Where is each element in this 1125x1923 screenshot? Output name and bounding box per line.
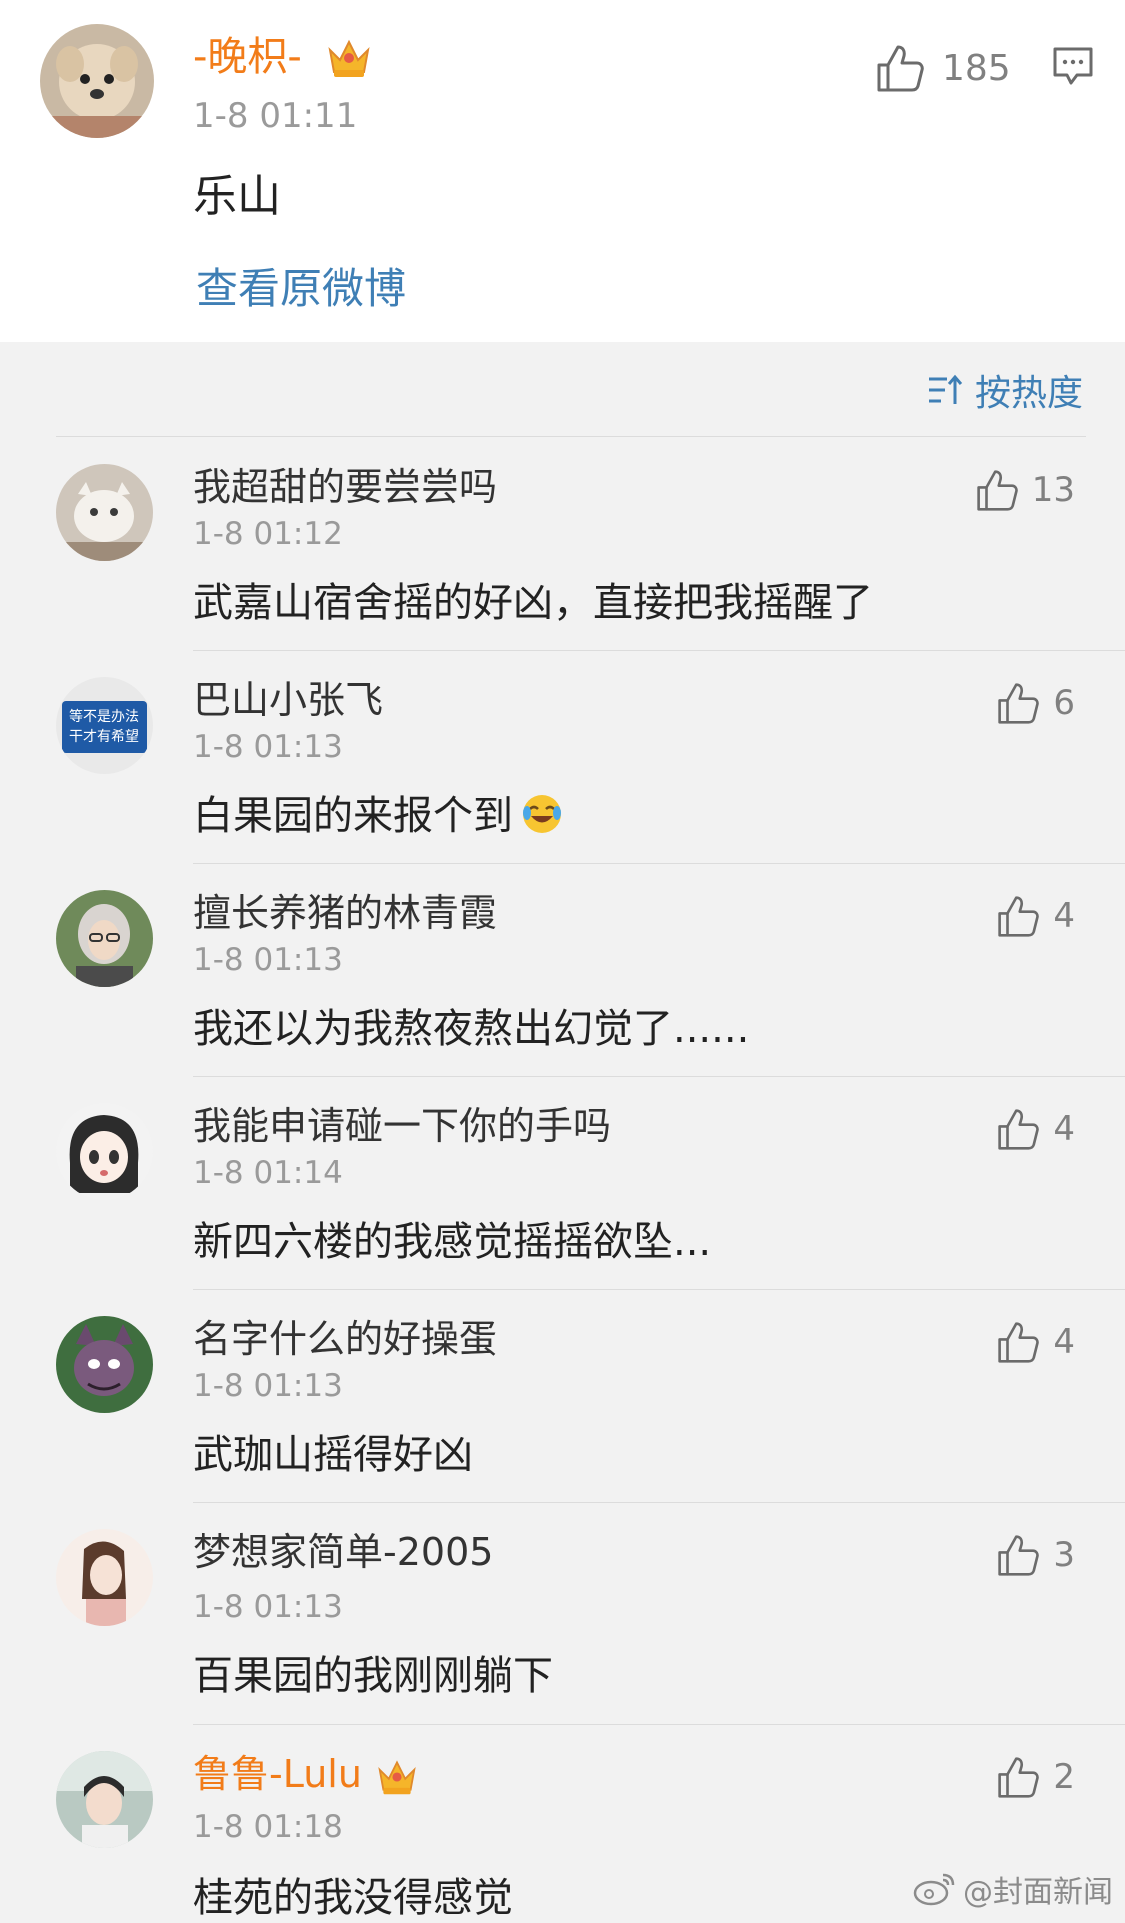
- comment-text: 百果园的我刚刚躺下: [193, 1653, 553, 1699]
- commenter-name[interactable]: 擅长养猪的林青霞: [193, 888, 497, 938]
- thumbs-up-icon: [998, 1109, 1040, 1150]
- weibo-logo-icon: [913, 1873, 955, 1906]
- comment-like-button[interactable]: 4: [997, 1320, 1075, 1364]
- post-content: 乐山: [193, 171, 281, 222]
- comment-like-count: 4: [1053, 1322, 1075, 1362]
- thumbs-up-icon: [877, 45, 924, 92]
- comment-like-count: 4: [1053, 896, 1075, 936]
- author-name[interactable]: -晚枳-: [193, 30, 302, 84]
- comment-item: 我超甜的要尝尝吗 1-8 01:12 武嘉山宿舍摇的好凶，直接把我摇醒了 13: [0, 438, 1125, 651]
- comment-like-button[interactable]: 4: [997, 894, 1075, 938]
- avatar-sign-line-1: 等不是办法: [69, 708, 139, 725]
- laugh-cry-emoji: [523, 795, 561, 833]
- commenter-avatar[interactable]: 等不是办法 干才有希望: [56, 677, 153, 774]
- comment-time: 1-8 01:13: [193, 1368, 343, 1404]
- thumbs-up-icon: [998, 896, 1040, 937]
- commenter-name[interactable]: 我能申请碰一下你的手吗: [193, 1101, 611, 1151]
- thumbs-up-icon: [998, 1535, 1040, 1576]
- commenter-name[interactable]: 我超甜的要尝尝吗: [193, 462, 497, 512]
- commenter-avatar[interactable]: [56, 1103, 153, 1200]
- sort-icon: [928, 374, 963, 404]
- comment-item: 名字什么的好操蛋 1-8 01:13 武珈山摇得好凶 4: [0, 1290, 1125, 1503]
- comment-item: 等不是办法 干才有希望 巴山小张飞 1-8 01:13 白果园的来报个到 6: [0, 651, 1125, 864]
- thumbs-up-icon: [998, 683, 1040, 724]
- comment-like-button[interactable]: 6: [997, 681, 1075, 725]
- comment-time: 1-8 01:18: [193, 1809, 343, 1845]
- commenter-avatar[interactable]: [56, 1529, 153, 1626]
- comment-text: 桂苑的我没得感觉: [193, 1875, 513, 1921]
- comment-text: 武珈山摇得好凶: [193, 1432, 473, 1478]
- view-original-link[interactable]: 查看原微博: [196, 255, 406, 316]
- comment-time: 1-8 01:13: [193, 1589, 343, 1625]
- comment-button[interactable]: [1052, 46, 1094, 90]
- comment-text: 白果园的来报个到: [193, 793, 513, 839]
- avatar-sign-line-2: 干才有希望: [69, 729, 139, 745]
- comment-item: 我能申请碰一下你的手吗 1-8 01:14 新四六楼的我感觉摇摇欲坠... 4: [0, 1077, 1125, 1290]
- post-time: 1-8 01:11: [193, 96, 358, 136]
- comment-like-button[interactable]: 4: [997, 1107, 1075, 1151]
- comment-like-count: 13: [1031, 470, 1075, 510]
- comment-like-button[interactable]: 2: [997, 1755, 1075, 1799]
- original-post-card: -晚枳- 1-8 01:11 乐山 查看原微博 185: [0, 0, 1125, 342]
- comment-text-row: 白果园的来报个到: [193, 783, 563, 841]
- divider: [56, 436, 1086, 437]
- comment-text: 武嘉山宿舍摇的好凶，直接把我摇醒了: [193, 580, 873, 626]
- watermark: @封面新闻: [913, 1867, 1113, 1911]
- post-like-button[interactable]: 185: [876, 40, 1011, 96]
- comment-time: 1-8 01:12: [193, 516, 343, 552]
- sort-label: 按热度: [974, 373, 1083, 414]
- commenter-avatar[interactable]: [56, 1751, 153, 1848]
- comment-icon: [1053, 47, 1093, 85]
- comment-time: 1-8 01:13: [193, 729, 343, 765]
- commenter-avatar[interactable]: [56, 1316, 153, 1413]
- comment-like-button[interactable]: 3: [997, 1533, 1075, 1577]
- watermark-text: @封面新闻: [963, 1875, 1113, 1910]
- commenter-avatar[interactable]: [56, 890, 153, 987]
- comment-text: 新四六楼的我感觉摇摇欲坠...: [193, 1219, 712, 1265]
- comment-like-count: 3: [1053, 1535, 1075, 1575]
- crown-icon: [326, 36, 372, 80]
- comment-like-count: 6: [1053, 683, 1075, 723]
- thumbs-up-icon: [998, 1757, 1040, 1798]
- commenter-name[interactable]: 名字什么的好操蛋: [193, 1314, 497, 1364]
- comment-like-button[interactable]: 13: [976, 468, 1075, 512]
- commenter-avatar[interactable]: [56, 464, 153, 561]
- sort-by-hot-button[interactable]: 按热度: [927, 364, 1083, 416]
- comment-like-count: 4: [1053, 1109, 1075, 1149]
- post-like-count: 185: [942, 47, 1011, 89]
- comment-item: 擅长养猪的林青霞 1-8 01:13 我还以为我熬夜熬出幻觉了...... 4: [0, 864, 1125, 1077]
- comment-time: 1-8 01:13: [193, 942, 343, 978]
- crown-icon: [376, 1757, 418, 1797]
- commenter-name[interactable]: 鲁鲁-Lulu: [193, 1749, 362, 1799]
- thumbs-up-icon: [998, 1322, 1040, 1363]
- comment-like-count: 2: [1053, 1757, 1075, 1797]
- thumbs-up-icon: [977, 470, 1018, 511]
- comment-text: 我还以为我熬夜熬出幻觉了......: [193, 1006, 750, 1052]
- commenter-name[interactable]: 巴山小张飞: [193, 675, 383, 725]
- comment-item: 梦想家简单-2005 1-8 01:13 百果园的我刚刚躺下 3: [0, 1503, 1125, 1725]
- comment-time: 1-8 01:14: [193, 1155, 343, 1191]
- author-avatar[interactable]: [40, 24, 154, 138]
- commenter-name[interactable]: 梦想家简单-2005: [193, 1527, 493, 1577]
